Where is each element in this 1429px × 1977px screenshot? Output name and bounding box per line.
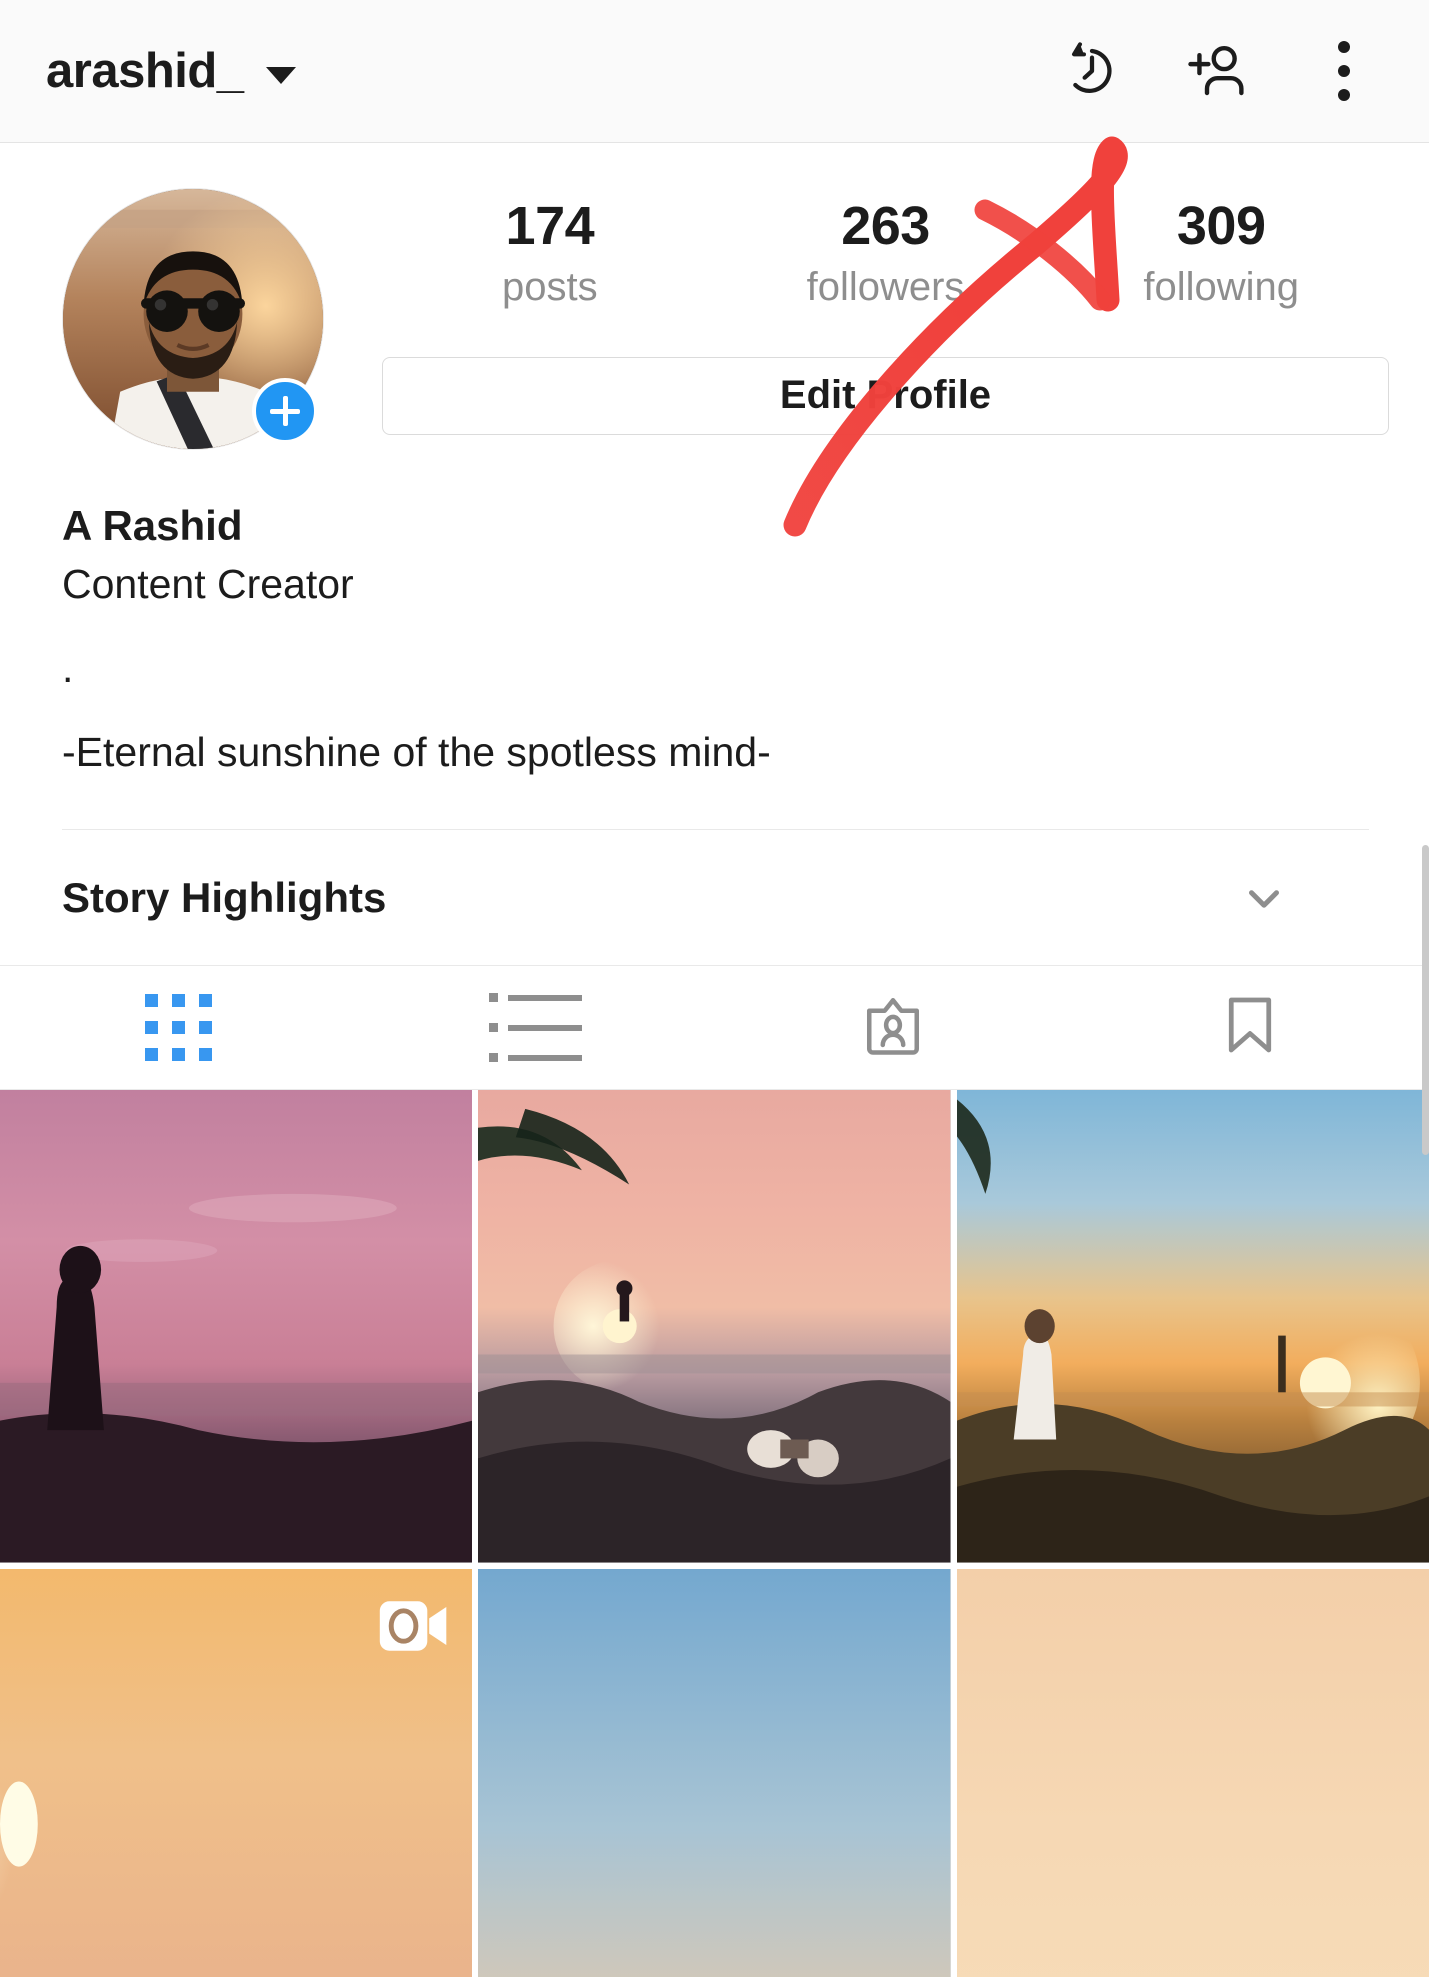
chevron-down-icon[interactable] bbox=[1224, 858, 1304, 938]
bio-line-1: Content Creator bbox=[62, 560, 354, 607]
account-switcher[interactable]: arashid_ bbox=[46, 43, 296, 98]
edit-profile-button[interactable]: Edit Profile bbox=[382, 356, 1389, 435]
profile-stats-column: 174 posts 263 followers 309 following Ed… bbox=[324, 188, 1389, 450]
instagram-profile-screen: arashid_ 174 posts 263 followers 309 fol… bbox=[0, 0, 1429, 1977]
profile-header: 174 posts 263 followers 309 following Ed… bbox=[0, 143, 1429, 450]
grid-icon bbox=[145, 994, 213, 1062]
tab-saved[interactable] bbox=[1072, 966, 1429, 1089]
overflow-menu-icon[interactable] bbox=[1307, 34, 1381, 108]
story-highlights-title: Story Highlights bbox=[62, 873, 387, 921]
chevron-down-icon bbox=[265, 66, 296, 84]
post-thumbnail[interactable] bbox=[478, 1090, 951, 1563]
reel-icon bbox=[376, 1593, 452, 1659]
profile-stats: 174 posts 263 followers 309 following bbox=[382, 198, 1389, 319]
person-tag-icon bbox=[855, 987, 931, 1068]
vertical-scrollbar[interactable] bbox=[1422, 845, 1429, 1155]
stat-posts-label: posts bbox=[502, 264, 598, 309]
post-grid bbox=[0, 1090, 1429, 1977]
post-thumbnail[interactable] bbox=[956, 1568, 1429, 1977]
bio-line-3: -Eternal sunshine of the spotless mind- bbox=[62, 729, 771, 776]
post-thumbnail[interactable] bbox=[0, 1090, 473, 1563]
app-bar: arashid_ bbox=[0, 0, 1429, 143]
bio-spacer bbox=[62, 613, 1369, 639]
tab-tagged-person[interactable] bbox=[715, 966, 1072, 1089]
app-bar-actions bbox=[1055, 34, 1391, 108]
stat-following-value: 309 bbox=[1176, 196, 1266, 256]
post-thumbnail[interactable] bbox=[478, 1568, 951, 1977]
bio-display-name: A Rashid bbox=[62, 502, 243, 549]
post-thumbnail[interactable] bbox=[956, 1090, 1429, 1563]
bio-section: A Rashid Content Creator . -Eternal suns… bbox=[0, 450, 1429, 831]
bio-line-2: . bbox=[62, 644, 74, 691]
bio-spacer-2 bbox=[62, 697, 1369, 723]
bookmark-icon bbox=[1215, 990, 1285, 1065]
stat-following-label: following bbox=[1143, 264, 1299, 309]
stat-followers-value: 263 bbox=[841, 196, 930, 256]
stat-following[interactable]: 309 following bbox=[1053, 198, 1389, 319]
list-icon bbox=[489, 993, 583, 1063]
stat-posts-value: 174 bbox=[505, 196, 595, 256]
tab-grid[interactable] bbox=[0, 966, 357, 1089]
stat-posts[interactable]: 174 posts bbox=[382, 198, 718, 319]
page-title: arashid_ bbox=[46, 43, 244, 98]
profile-tabs bbox=[0, 966, 1429, 1091]
stat-followers-label: followers bbox=[806, 264, 965, 309]
stat-followers[interactable]: 263 followers bbox=[718, 198, 1054, 319]
archive-icon[interactable] bbox=[1055, 34, 1129, 108]
add-story-button[interactable] bbox=[252, 378, 318, 444]
post-thumbnail[interactable] bbox=[0, 1568, 473, 1977]
tab-list[interactable] bbox=[357, 966, 714, 1089]
story-highlights-section[interactable]: Story Highlights bbox=[0, 830, 1429, 967]
discover-people-icon[interactable] bbox=[1181, 34, 1255, 108]
avatar-container bbox=[62, 188, 324, 450]
